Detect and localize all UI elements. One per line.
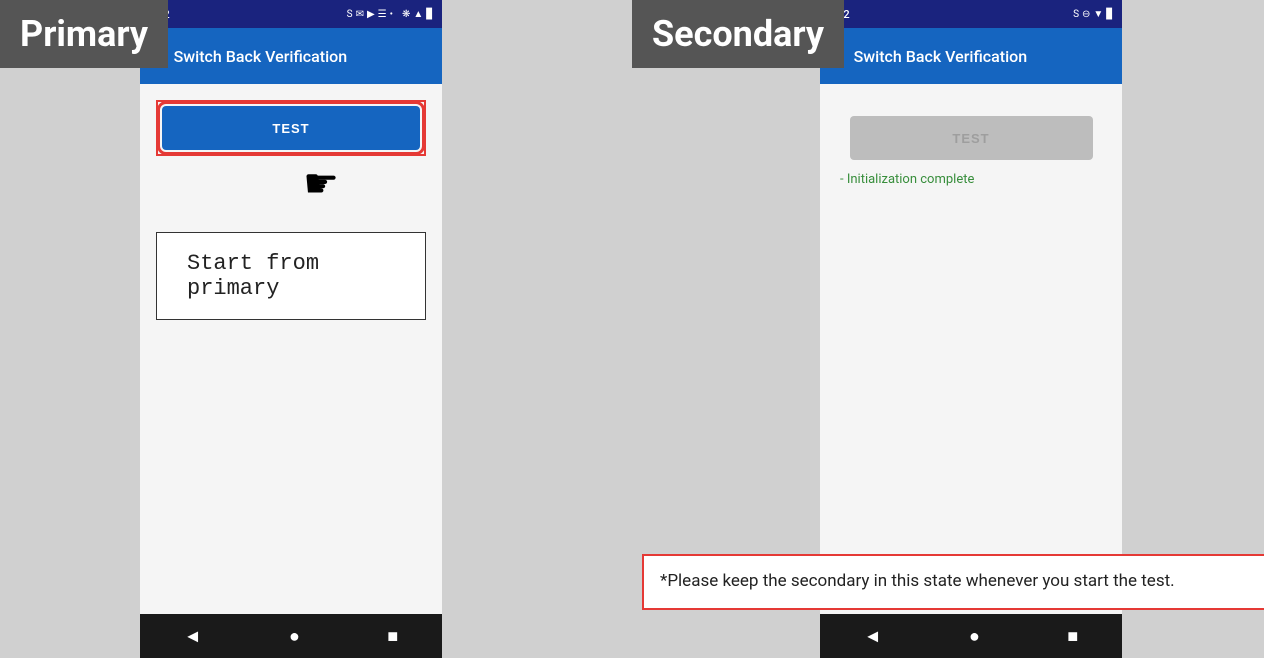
primary-msg-icon: ✉ xyxy=(356,9,364,20)
primary-status-icons: S ✉ ▶ ☰ • ❋ ▲ ▊ xyxy=(347,9,434,20)
secondary-status-icons: S ⊖ ▼ ▊ xyxy=(1073,9,1114,20)
secondary-note-box: *Please keep the secondary in this state… xyxy=(642,554,1264,610)
primary-bat-icon: ▊ xyxy=(426,9,434,20)
primary-app-title: Switch Back Verification xyxy=(174,47,430,66)
primary-home-icon[interactable]: ● xyxy=(289,626,300,647)
primary-yt-icon: ▶ xyxy=(367,9,375,20)
start-from-primary-box: Start from primary xyxy=(156,232,426,320)
primary-content: TEST ☛ Start from primary xyxy=(140,84,442,614)
primary-status-bar: 3:22 S ✉ ▶ ☰ • ❋ ▲ ▊ xyxy=(140,0,442,28)
primary-wifi-icon: ▲ xyxy=(413,9,423,20)
secondary-content: TEST - Initialization complete xyxy=(820,84,1122,614)
secondary-test-button: TEST xyxy=(850,116,1093,160)
secondary-app-bar: × Switch Back Verification xyxy=(820,28,1122,84)
left-panel: Primary 3:22 S ✉ ▶ ☰ • ❋ ▲ ▊ × Switch Ba… xyxy=(0,0,632,658)
primary-label: Primary xyxy=(0,0,168,68)
secondary-recent-icon[interactable]: ■ xyxy=(1067,626,1078,647)
secondary-nav-bar: ◄ ● ■ xyxy=(820,614,1122,658)
primary-phone-frame: 3:22 S ✉ ▶ ☰ • ❋ ▲ ▊ × Switch Back Verif… xyxy=(140,0,442,658)
primary-bt-icon: ❋ xyxy=(402,9,410,20)
primary-back-icon[interactable]: ◄ xyxy=(184,626,202,647)
secondary-back-icon[interactable]: ◄ xyxy=(864,626,882,647)
primary-signal-icon: S xyxy=(347,9,353,20)
secondary-init-text: - Initialization complete xyxy=(836,172,974,187)
secondary-status-bar: 3:22 S ⊖ ▼ ▊ xyxy=(820,0,1122,28)
primary-yt2-icon: ☰ xyxy=(378,9,387,20)
primary-test-button[interactable]: TEST xyxy=(162,106,420,150)
right-panel: Secondary 3:22 S ⊖ ▼ ▊ × Switch Back Ver… xyxy=(632,0,1264,658)
secondary-wifi-icon: ▼ xyxy=(1093,9,1103,20)
primary-recent-icon[interactable]: ■ xyxy=(387,626,398,647)
primary-label-text: Primary xyxy=(20,13,148,55)
cursor-hand-icon: ☛ xyxy=(303,164,339,204)
primary-test-button-wrapper: TEST xyxy=(156,100,426,156)
secondary-home-icon[interactable]: ● xyxy=(969,626,980,647)
primary-app-bar: × Switch Back Verification xyxy=(140,28,442,84)
start-from-primary-text: Start from primary xyxy=(187,251,319,301)
primary-dot-icon: • xyxy=(390,9,393,20)
secondary-label-text: Secondary xyxy=(652,13,824,55)
primary-nav-bar: ◄ ● ■ xyxy=(140,614,442,658)
secondary-bat-icon: ▊ xyxy=(1106,9,1114,20)
secondary-no-sim-icon: ⊖ xyxy=(1082,9,1090,20)
secondary-app-title: Switch Back Verification xyxy=(854,47,1110,66)
secondary-signal-icon: S xyxy=(1073,9,1079,20)
secondary-note-text: *Please keep the secondary in this state… xyxy=(660,571,1175,591)
secondary-label: Secondary xyxy=(632,0,844,68)
